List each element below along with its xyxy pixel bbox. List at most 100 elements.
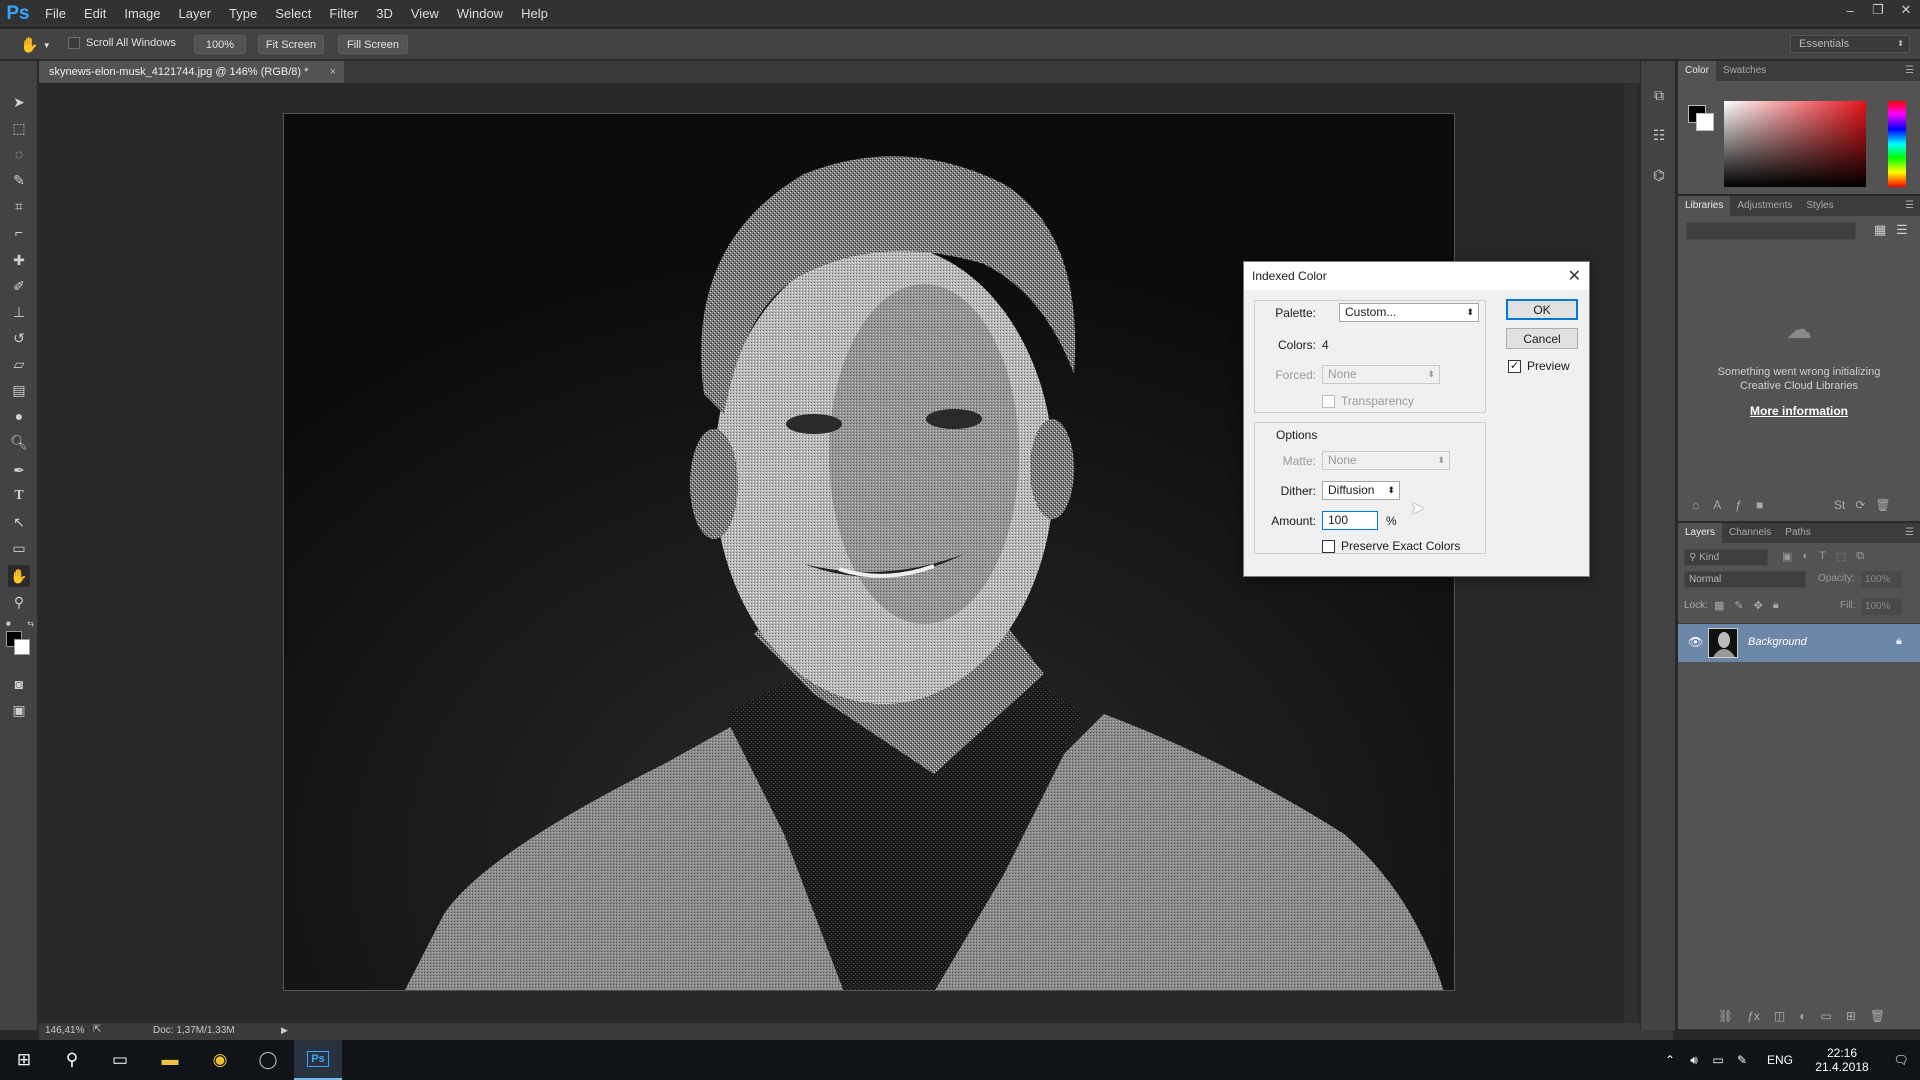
list-view-icon[interactable]: ☰ bbox=[1896, 222, 1908, 238]
add-graphic-icon[interactable]: ⌂ bbox=[1692, 498, 1699, 512]
minimize-button[interactable]: ‒ bbox=[1836, 0, 1864, 20]
crop-tool-icon[interactable]: ⌗ bbox=[8, 195, 30, 217]
quick-select-tool-icon[interactable]: ✎ bbox=[8, 169, 30, 191]
blend-mode-select[interactable]: Normal bbox=[1684, 571, 1806, 588]
chrome-icon[interactable]: ◉ bbox=[196, 1040, 244, 1080]
workspace-select[interactable]: Essentials ⬍ bbox=[1790, 35, 1910, 53]
amount-input[interactable]: 100 bbox=[1322, 511, 1378, 530]
shape-filter-icon[interactable]: ⬚ bbox=[1836, 550, 1846, 563]
export-icon[interactable]: ⇱ bbox=[93, 1024, 101, 1035]
clone-stamp-tool-icon[interactable]: ⊥ bbox=[8, 301, 30, 323]
hand-tool-preset-icon[interactable]: ✋ ▼ bbox=[20, 35, 56, 55]
tab-color[interactable]: Color bbox=[1678, 61, 1716, 81]
background-color-swatch[interactable] bbox=[14, 639, 30, 655]
add-color-icon[interactable]: ■ bbox=[1756, 498, 1763, 512]
task-view-icon[interactable]: ▭ bbox=[96, 1040, 144, 1080]
volume-icon[interactable]: 🔊︎ bbox=[1684, 1040, 1704, 1080]
panel-menu-icon[interactable]: ☰ bbox=[1905, 196, 1920, 216]
eyedropper-tool-icon[interactable]: ⌐ bbox=[8, 221, 30, 243]
photoshop-taskbar-icon[interactable]: Ps bbox=[294, 1040, 342, 1080]
marquee-tool-icon[interactable]: ⬚ bbox=[8, 117, 30, 139]
search-icon[interactable]: ⚲ bbox=[48, 1040, 96, 1080]
scroll-all-windows-option[interactable]: Scroll All Windows bbox=[68, 37, 176, 49]
status-menu-arrow-icon[interactable]: ▶ bbox=[281, 1025, 288, 1036]
link-layers-icon[interactable]: ⛓ bbox=[1718, 1009, 1733, 1023]
adjustment-filter-icon[interactable]: ◐ bbox=[1802, 550, 1809, 563]
close-tab-icon[interactable]: × bbox=[330, 61, 336, 83]
menu-edit[interactable]: Edit bbox=[75, 0, 115, 28]
library-select[interactable] bbox=[1686, 222, 1856, 240]
menu-help[interactable]: Help bbox=[512, 0, 557, 28]
history-brush-tool-icon[interactable]: ↺ bbox=[8, 327, 30, 349]
eraser-tool-icon[interactable]: ▱ bbox=[8, 353, 30, 375]
visibility-eye-icon[interactable]: 👁︎ bbox=[1688, 635, 1703, 649]
fx-icon[interactable]: ƒx bbox=[1747, 1009, 1760, 1023]
gradient-tool-icon[interactable]: ▤ bbox=[8, 379, 30, 401]
menu-type[interactable]: Type bbox=[220, 0, 266, 28]
lasso-tool-icon[interactable]: ◌ bbox=[8, 143, 30, 165]
transparency-checkbox[interactable] bbox=[1322, 395, 1335, 408]
close-window-button[interactable]: ✕ bbox=[1892, 0, 1920, 20]
default-colors-icon[interactable]: ■ ⇆ bbox=[6, 619, 34, 628]
matte-select[interactable]: None ⬍ bbox=[1322, 451, 1450, 470]
screen-mode-icon[interactable]: ▣ bbox=[8, 699, 30, 721]
adjustment-layer-icon[interactable]: ◐ bbox=[1799, 1009, 1806, 1023]
move-tool-icon[interactable]: ➤ bbox=[8, 91, 30, 113]
smart-object-filter-icon[interactable]: ⧉ bbox=[1856, 550, 1864, 563]
fill-input[interactable]: 100% bbox=[1862, 598, 1902, 615]
lock-transparent-icon[interactable]: ▦ bbox=[1714, 599, 1724, 612]
history-panel-icon[interactable]: ⧉ bbox=[1649, 85, 1669, 105]
file-explorer-icon[interactable]: ▬ bbox=[146, 1040, 194, 1080]
vertical-scrollbar[interactable] bbox=[1624, 83, 1638, 1023]
fit-screen-button[interactable]: Fit Screen bbox=[258, 35, 324, 54]
add-layer-style-icon[interactable]: ƒ bbox=[1735, 498, 1742, 512]
brush-preset-panel-icon[interactable]: ⌬ bbox=[1649, 165, 1669, 185]
properties-panel-icon[interactable]: ☷ bbox=[1649, 125, 1669, 145]
tab-paths[interactable]: Paths bbox=[1778, 523, 1818, 543]
zoom-tool-icon[interactable]: ⚲ bbox=[8, 591, 30, 613]
panel-menu-icon[interactable]: ☰ bbox=[1905, 61, 1920, 81]
tab-libraries[interactable]: Libraries bbox=[1678, 196, 1731, 216]
cancel-button[interactable]: Cancel bbox=[1506, 328, 1578, 349]
pen-icon[interactable]: ✎ bbox=[1732, 1040, 1752, 1080]
zoom-level[interactable]: 146,41% bbox=[45, 1025, 84, 1036]
dodge-tool-icon[interactable]: 🔍︎ bbox=[8, 431, 30, 453]
ok-button[interactable]: OK bbox=[1506, 299, 1578, 320]
dialog-close-icon[interactable]: ✕ bbox=[1568, 266, 1581, 286]
color-spectrum-field[interactable] bbox=[1724, 101, 1866, 187]
preserve-exact-colors-checkbox[interactable] bbox=[1322, 540, 1335, 553]
clock[interactable]: 22:16 21.4.2018 bbox=[1800, 1040, 1884, 1080]
notifications-icon[interactable]: 🗨︎ bbox=[1886, 1040, 1916, 1080]
panel-menu-icon[interactable]: ☰ bbox=[1905, 523, 1920, 543]
bg-color-chip[interactable] bbox=[1696, 113, 1714, 131]
layer-filter-select[interactable]: ⚲ Kind bbox=[1684, 549, 1768, 566]
opacity-input[interactable]: 100% bbox=[1862, 571, 1902, 588]
trash-icon[interactable]: 🗑︎ bbox=[1875, 498, 1890, 512]
forced-select[interactable]: None ⬍ bbox=[1322, 365, 1440, 384]
scroll-all-windows-checkbox[interactable] bbox=[68, 37, 80, 49]
menu-window[interactable]: Window bbox=[448, 0, 512, 28]
tab-swatches[interactable]: Swatches bbox=[1716, 61, 1773, 81]
add-char-style-icon[interactable]: A bbox=[1713, 498, 1721, 512]
palette-select[interactable]: Custom... ⬍ bbox=[1339, 303, 1479, 322]
pixel-filter-icon[interactable]: ▣ bbox=[1782, 550, 1792, 563]
menu-layer[interactable]: Layer bbox=[170, 0, 221, 28]
lock-position-icon[interactable]: ✥ bbox=[1754, 599, 1763, 612]
menu-image[interactable]: Image bbox=[115, 0, 169, 28]
add-mask-icon[interactable]: ◫ bbox=[1774, 1009, 1785, 1023]
type-filter-icon[interactable]: T bbox=[1819, 550, 1826, 563]
dither-select[interactable]: Diffusion ⬍ bbox=[1322, 481, 1400, 500]
grid-view-icon[interactable]: ▦ bbox=[1874, 222, 1886, 238]
windows-start-icon[interactable]: ⊞ bbox=[0, 1040, 48, 1080]
pen-tool-icon[interactable]: ✒ bbox=[8, 459, 30, 481]
app-circle-icon[interactable]: ◯ bbox=[244, 1040, 292, 1080]
tab-layers[interactable]: Layers bbox=[1678, 523, 1723, 543]
more-information-link[interactable]: More information bbox=[1678, 404, 1920, 418]
language-indicator[interactable]: ENG bbox=[1762, 1040, 1798, 1080]
delete-layer-icon[interactable]: 🗑︎ bbox=[1870, 1009, 1885, 1023]
rectangle-tool-icon[interactable]: ▭ bbox=[8, 537, 30, 559]
quick-mask-icon[interactable]: ◙ bbox=[8, 673, 30, 695]
sync-icon[interactable]: ⟳ bbox=[1855, 498, 1865, 512]
blur-tool-icon[interactable]: ● bbox=[8, 405, 30, 427]
menu-select[interactable]: Select bbox=[266, 0, 320, 28]
